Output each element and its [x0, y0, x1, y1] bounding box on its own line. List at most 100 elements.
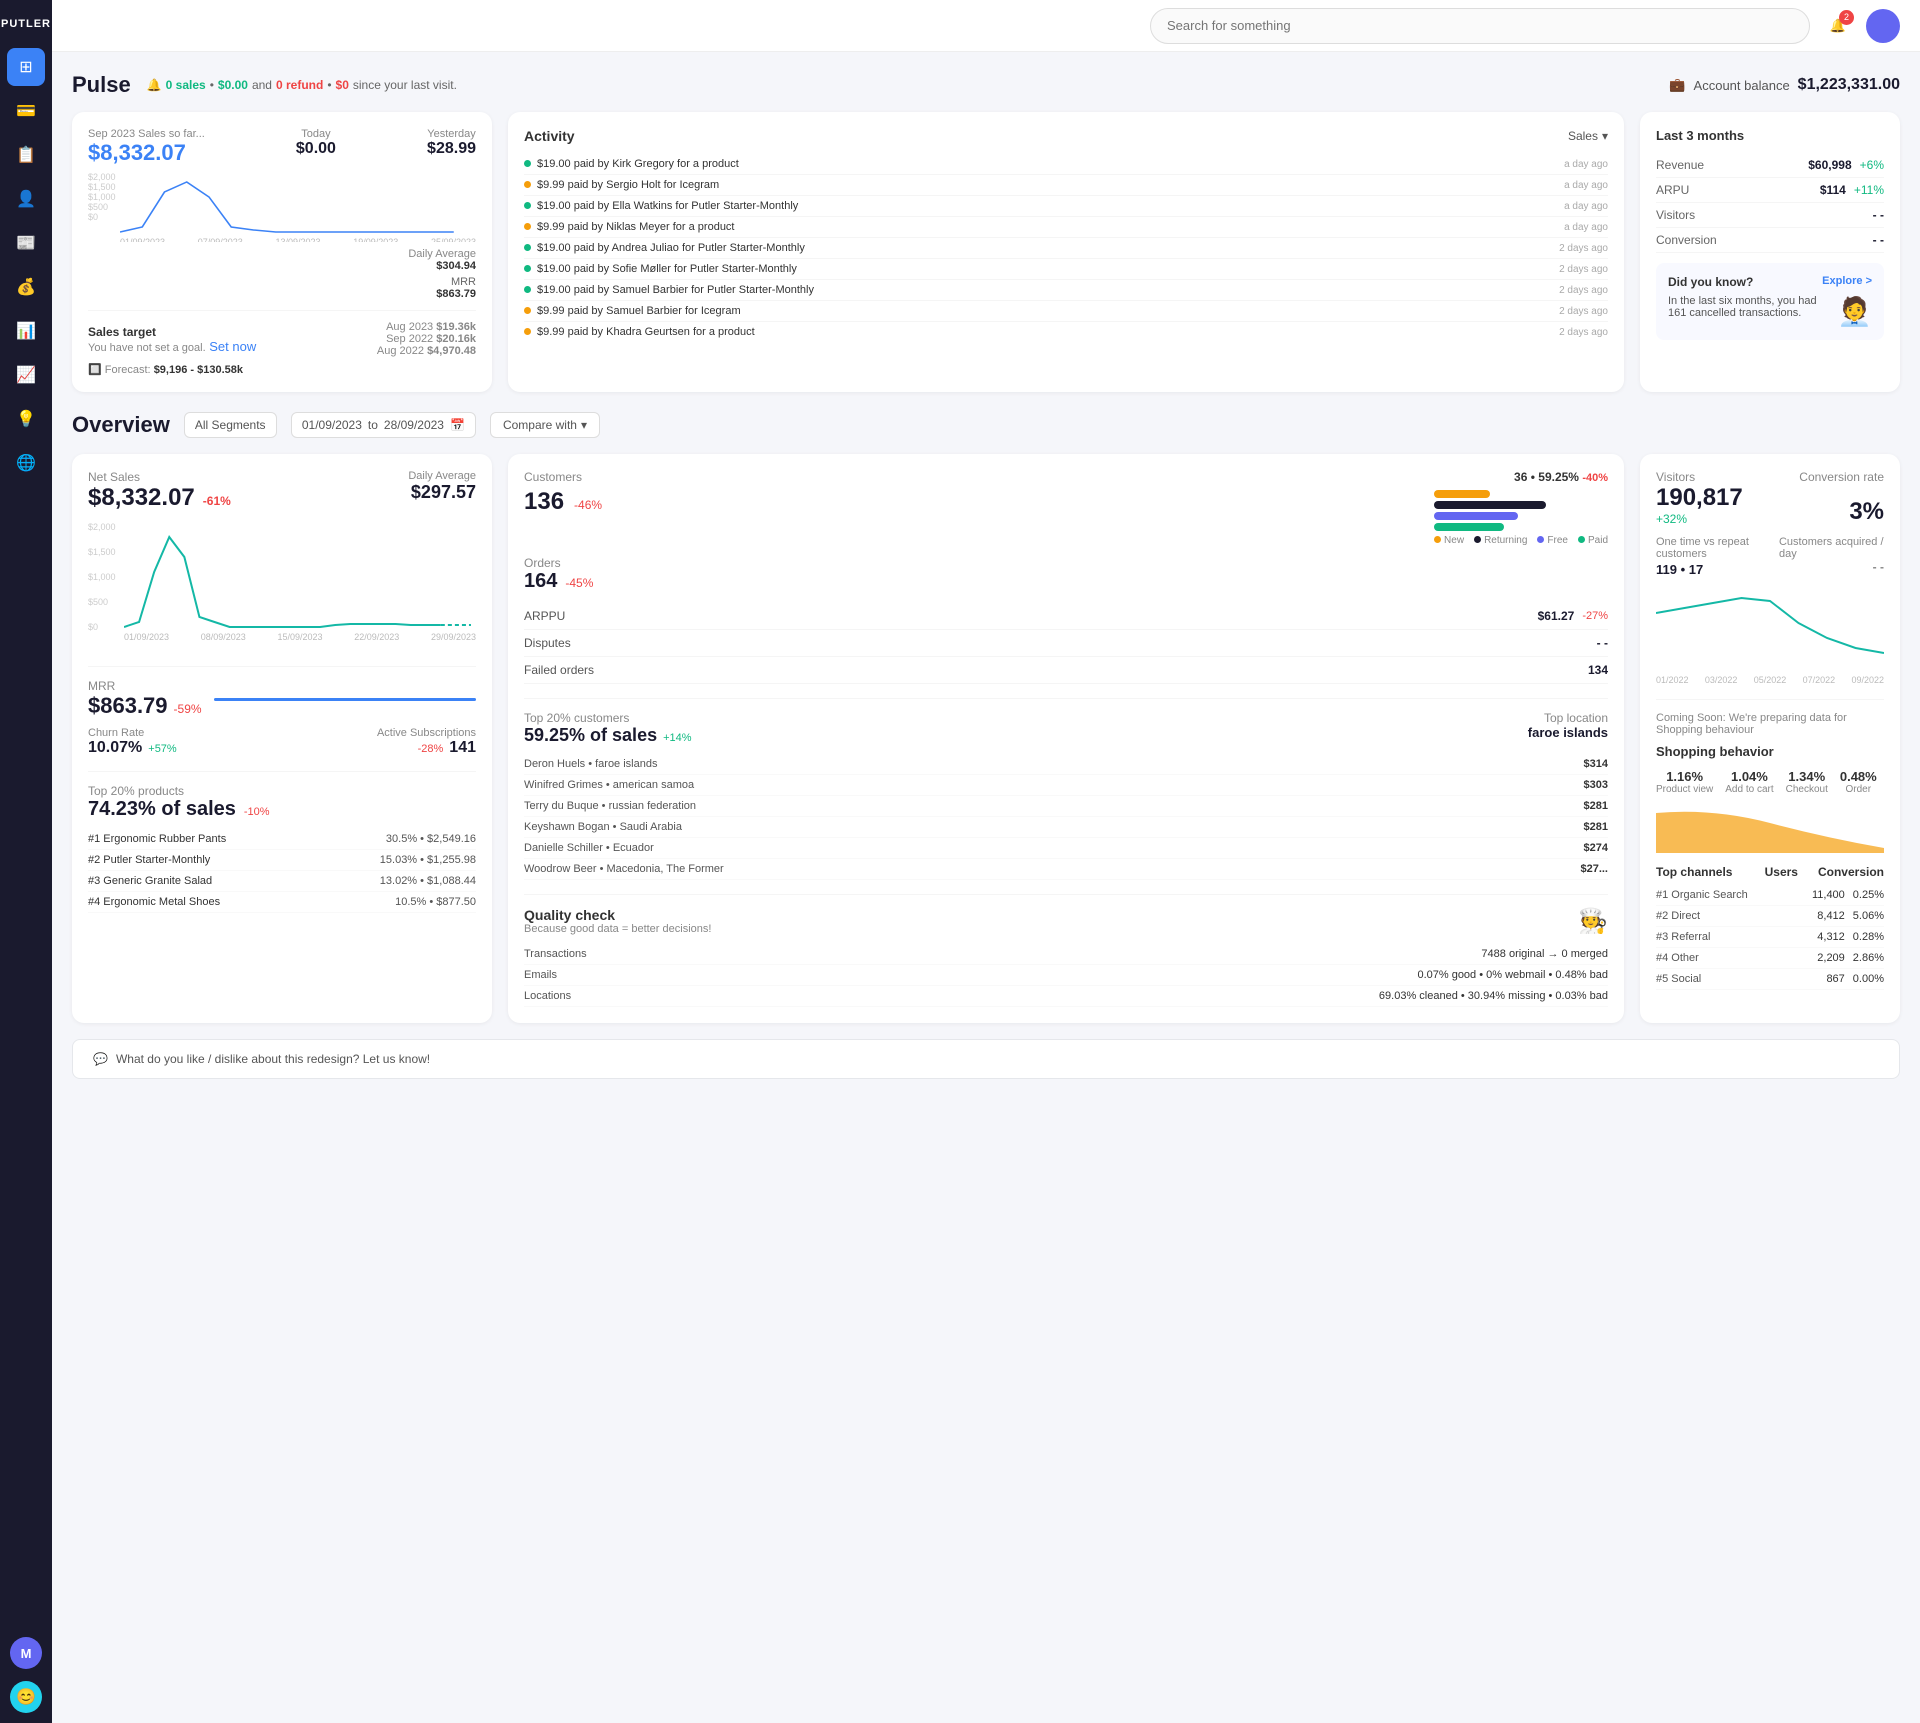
visitor-chart — [1656, 583, 1884, 673]
top-channels-section: Top channels Users Conversion #1 Organic… — [1656, 865, 1884, 990]
l3m-row-conversion: Conversion - - — [1656, 228, 1884, 253]
user-avatar[interactable] — [1866, 9, 1900, 43]
product-item: #4 Ergonomic Metal Shoes 10.5% • $877.50 — [88, 892, 476, 913]
customer-item: Deron Huels • faroe islands $314 — [524, 754, 1608, 775]
sales-today: Today $0.00 — [296, 128, 336, 166]
last3months-card: Last 3 months Revenue $60,998 +6% ARPU $… — [1640, 112, 1900, 392]
pulse-header: Pulse 🔔 0 sales • $0.00 and 0 refund • $… — [72, 72, 1900, 98]
activity-item: $9.99 paid by Khadra Geurtsen for a prod… — [524, 322, 1608, 342]
product-item: #3 Generic Granite Salad 13.02% • $1,088… — [88, 871, 476, 892]
shopping-behavior: 1.16% Product view 1.04% Add to cart 1.3… — [1656, 769, 1884, 795]
activity-filter[interactable]: Sales ▾ — [1568, 129, 1608, 143]
main-content: 🔔 2 Pulse 🔔 0 sales • $0.00 and 0 refund… — [52, 0, 1920, 1723]
l3m-row-arpu: ARPU $114 +11% — [1656, 178, 1884, 203]
chart-y-labels: $2,000$1,500$1,000$500$0 — [88, 522, 116, 632]
sidebar-item-revenue[interactable]: 💰 — [7, 268, 45, 306]
top20-header: Top 20% customers 59.25% of sales +14% T… — [524, 711, 1608, 746]
qc-emails: Emails 0.07% good • 0% webmail • 0.48% b… — [524, 965, 1608, 986]
account-balance-label: Account balance — [1694, 78, 1790, 93]
sidebar-item-global[interactable]: 🌐 — [7, 444, 45, 482]
visitors-header: Visitors Conversion rate — [1656, 470, 1884, 484]
visitors-card: Visitors Conversion rate 190,817 +32% 3% — [1640, 454, 1900, 1023]
top-products-section: Top 20% products 74.23% of sales -10% #1… — [88, 771, 476, 913]
product-item: #1 Ergonomic Rubber Pants 30.5% • $2,549… — [88, 829, 476, 850]
activity-item: $19.00 paid by Kirk Gregory for a produc… — [524, 154, 1608, 175]
churn-row: Churn Rate 10.07% +57% Active Subscripti… — [88, 727, 476, 757]
activity-item: $9.99 paid by Niklas Meyer for a product… — [524, 217, 1608, 238]
notification-badge: 2 — [1839, 10, 1854, 25]
visitor-x-labels: 01/202203/202205/202207/202209/2022 — [1656, 675, 1884, 685]
net-sales-chart: $2,000$1,500$1,000$500$0 01/09/202308/09… — [88, 522, 476, 652]
avatar-m[interactable]: M — [10, 1637, 42, 1669]
dot-icon — [524, 202, 531, 209]
pulse-sales: 0 sales — [166, 78, 206, 92]
sidebar-item-reports[interactable]: 📊 — [7, 312, 45, 350]
dyk-header: Did you know? Explore > — [1668, 275, 1872, 289]
customer-item: Winifred Grimes • american samoa $303 — [524, 775, 1608, 796]
pulse-info: 🔔 0 sales • $0.00 and 0 refund • $0 sinc… — [147, 78, 457, 92]
notification-button[interactable]: 🔔 2 — [1822, 10, 1854, 42]
qc-header: Quality check Because good data = better… — [524, 907, 1608, 936]
app-logo: PUTLER — [1, 10, 51, 42]
account-balance-value: $1,223,331.00 — [1798, 76, 1900, 94]
customer-bars — [1434, 490, 1574, 531]
sb-product-view: 1.16% Product view — [1656, 769, 1713, 795]
explore-button[interactable]: Explore > — [1822, 275, 1872, 289]
activity-header: Activity Sales ▾ — [524, 128, 1608, 144]
sales-card-top: Sep 2023 Sales so far... $8,332.07 Today… — [88, 128, 476, 166]
l3m-row-visitors: Visitors - - — [1656, 203, 1884, 228]
coming-soon-section: Coming Soon: We're preparing data for Sh… — [1656, 699, 1884, 853]
sb-order: 0.48% Order — [1840, 769, 1877, 795]
disputes-row: Disputes - - — [524, 630, 1608, 657]
orders-value: 164 -45% — [524, 570, 1608, 593]
sidebar-item-insights[interactable]: 💡 — [7, 400, 45, 438]
channel-item: #4 Other 2,2092.86% — [1656, 948, 1884, 969]
sidebar-item-subscriptions[interactable]: 📰 — [7, 224, 45, 262]
customers-breakdown: 36 • 59.25% -40% New Returning F — [1434, 470, 1608, 546]
customer-list: Deron Huels • faroe islands $314 Winifre… — [524, 754, 1608, 880]
topbar: 🔔 2 — [52, 0, 1920, 52]
pulse-cards: Sep 2023 Sales so far... $8,332.07 Today… — [72, 112, 1900, 392]
qc-transactions: Transactions 7488 original → 0 merged — [524, 944, 1608, 965]
compare-with-button[interactable]: Compare with ▾ — [490, 412, 600, 438]
visitors-change: +32% — [1656, 512, 1743, 526]
mrr-line-chart — [214, 698, 476, 701]
sidebar-item-dashboard[interactable]: ⊞ — [7, 48, 45, 86]
channels-header: Top channels Users Conversion — [1656, 865, 1884, 879]
sidebar-item-customers[interactable]: 👤 — [7, 180, 45, 218]
net-sales-value: $8,332.07 -61% — [88, 484, 231, 512]
date-range-picker[interactable]: 01/09/2023 to 28/09/2023 📅 — [291, 412, 476, 438]
channel-list: #1 Organic Search 11,4000.25% #2 Direct … — [1656, 885, 1884, 990]
daily-avg-section: Daily Average $304.94 MRR $863.79 — [88, 248, 476, 300]
chart-x-labels: 01/09/202307/09/202313/09/202319/09/2023… — [88, 237, 476, 242]
dyk-illustration: 🧑‍💼 — [1837, 295, 1872, 328]
set-now-button[interactable]: Set now — [209, 339, 256, 354]
chart-x-labels: 01/09/202308/09/202315/09/202322/09/2023… — [88, 632, 476, 642]
account-balance: 💼 Account balance $1,223,331.00 — [1669, 76, 1900, 94]
qc-items: Transactions 7488 original → 0 merged Em… — [524, 944, 1608, 1007]
channel-item: #3 Referral 4,3120.28% — [1656, 927, 1884, 948]
dot-icon — [524, 181, 531, 188]
overview-header: Overview All Segments 01/09/2023 to 28/0… — [72, 412, 1900, 438]
sidebar-item-payments[interactable]: 💳 — [7, 92, 45, 130]
dyk-content: In the last six months, you had 161 canc… — [1668, 295, 1872, 328]
qc-locations: Locations 69.03% cleaned • 30.94% missin… — [524, 986, 1608, 1007]
sales-yesterday: Yesterday $28.99 — [427, 128, 476, 166]
pulse-sales-amount: $0.00 — [218, 78, 248, 92]
bar-new — [1434, 490, 1490, 498]
qc-icon: 🧑‍🍳 — [1578, 907, 1608, 936]
funnel-chart — [1656, 803, 1884, 853]
search-input[interactable] — [1150, 8, 1810, 44]
segment-select[interactable]: All Segments — [184, 412, 277, 438]
activity-card: Activity Sales ▾ $19.00 paid by Kirk Gre… — [508, 112, 1624, 392]
activity-list: $19.00 paid by Kirk Gregory for a produc… — [524, 154, 1608, 342]
net-sales-header: Net Sales $8,332.07 -61% Daily Average $… — [88, 470, 476, 512]
forecast: 🔲 Forecast: $9,196 - $130.58k — [88, 363, 476, 376]
avatar-emoji[interactable]: 😊 — [10, 1681, 42, 1713]
sidebar-item-analytics[interactable]: 📈 — [7, 356, 45, 394]
target-periods: Aug 2023 $19.36k Sep 2022 $20.16k Aug 20… — [377, 321, 476, 357]
dot-icon — [524, 328, 531, 335]
sidebar: PUTLER ⊞ 💳 📋 👤 📰 💰 📊 📈 💡 🌐 M 😊 — [0, 0, 52, 1723]
sidebar-item-orders[interactable]: 📋 — [7, 136, 45, 174]
sb-add-to-cart: 1.04% Add to cart — [1725, 769, 1773, 795]
